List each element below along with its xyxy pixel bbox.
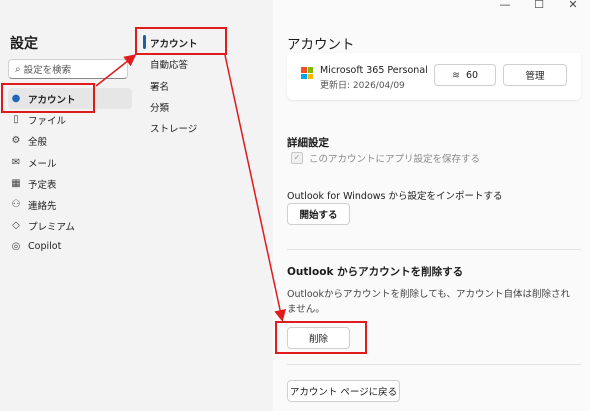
- import-settings-label: Outlook for Windows から設定をインポートする: [287, 191, 503, 202]
- sidebar-item-files[interactable]: ▯ ファイル: [8, 109, 132, 130]
- sidebar-item-copilot[interactable]: ◎ Copilot: [8, 236, 132, 257]
- settings-title: 設定: [10, 36, 38, 52]
- subnav-item-account[interactable]: アカウント: [150, 36, 198, 50]
- sidebar-item-contacts[interactable]: ⚇ 連絡先: [8, 194, 132, 215]
- subnav-item-categories[interactable]: 分類: [150, 100, 169, 114]
- sidebar-item-label: アカウント: [28, 94, 76, 106]
- manage-label: 管理: [525, 71, 545, 82]
- window-controls: — ☐ ✕: [488, 0, 590, 14]
- sidebar-item-label: 全般: [28, 136, 48, 148]
- selection-indicator: [143, 35, 146, 49]
- sidebar-item-general[interactable]: ⚙ 全般: [8, 130, 132, 151]
- microsoft-logo-icon: [301, 67, 313, 79]
- people-icon: ⚇: [11, 199, 21, 210]
- search-placeholder: 設定を検索: [23, 65, 72, 76]
- sidebar-item-premium[interactable]: ◇ プレミアム: [8, 215, 132, 236]
- sidebar-item-label: 連絡先: [28, 200, 57, 212]
- manage-button[interactable]: 管理: [503, 64, 567, 86]
- storage-count: 60: [465, 69, 479, 81]
- close-button[interactable]: ✕: [556, 0, 590, 14]
- delete-label: 削除: [308, 334, 328, 345]
- remove-account-description: Outlookからアカウントを削除しても、アカウント自体は削除されません。: [287, 289, 570, 315]
- sidebar-item-label: ファイル: [28, 115, 67, 127]
- sidebar-item-label: Copilot: [28, 241, 62, 252]
- subnav-item-signature[interactable]: 署名: [150, 79, 169, 93]
- product-name: Microsoft 365 Personal: [320, 65, 428, 76]
- section-divider: [287, 249, 581, 250]
- minimize-button[interactable]: —: [488, 0, 522, 14]
- sidebar-item-label: 予定表: [28, 179, 57, 191]
- subnav-item-storage[interactable]: ストレージ: [150, 121, 197, 135]
- remove-account-title: Outlook からアカウントを削除する: [287, 266, 464, 278]
- section-divider: [287, 364, 581, 365]
- renewal-date: 更新日: 2026/04/09: [320, 81, 405, 91]
- start-import-label: 開始する: [299, 210, 338, 221]
- copilot-icon: ◎: [11, 241, 21, 252]
- calendar-icon: ▦: [11, 178, 21, 189]
- maximize-button[interactable]: ☐: [522, 0, 556, 14]
- database-icon: ≋: [451, 69, 460, 81]
- gear-icon: ⚙: [11, 135, 21, 146]
- delete-button[interactable]: 削除: [287, 327, 350, 349]
- sidebar-item-account[interactable]: ● アカウント: [8, 88, 132, 109]
- page-title: アカウント: [287, 37, 355, 53]
- start-import-button[interactable]: 開始する: [287, 203, 350, 225]
- diamond-icon: ◇: [12, 220, 20, 231]
- search-input[interactable]: ⌕ 設定を検索: [8, 59, 128, 79]
- subnav-item-auto-reply[interactable]: 自動応答: [150, 57, 188, 71]
- person-icon: ●: [11, 93, 21, 104]
- back-to-account-button[interactable]: アカウント ページに戻る: [287, 380, 400, 402]
- search-icon: ⌕: [15, 63, 21, 75]
- file-icon: ▯: [13, 114, 19, 125]
- sidebar-item-calendar[interactable]: ▦ 予定表: [8, 173, 132, 194]
- sidebar-item-label: メール: [28, 158, 57, 170]
- mail-icon: ✉: [11, 157, 21, 168]
- sidebar-item-label: プレミアム: [28, 221, 75, 233]
- back-to-account-label: アカウント ページに戻る: [289, 387, 398, 398]
- storage-button[interactable]: ≋ 60: [434, 64, 496, 86]
- save-settings-checkbox[interactable]: ✓: [291, 152, 303, 164]
- advanced-settings-title: 詳細設定: [287, 137, 329, 149]
- save-settings-label: このアカウントにアプリ設定を保存する: [309, 154, 481, 165]
- sidebar-item-mail[interactable]: ✉ メール: [8, 152, 132, 173]
